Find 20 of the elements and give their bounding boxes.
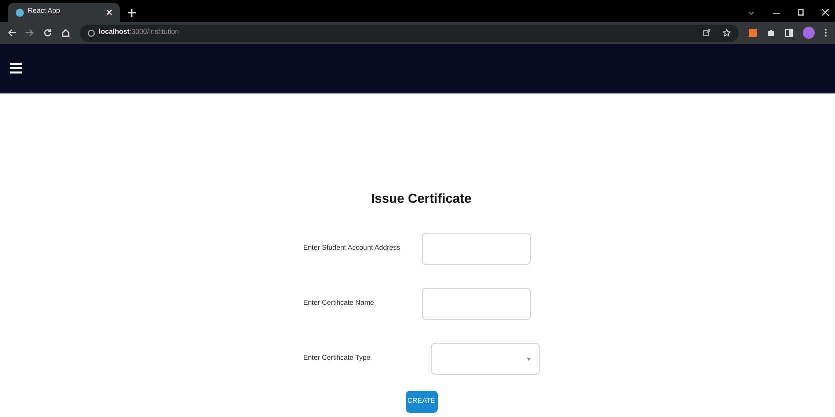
star-icon[interactable]	[723, 29, 731, 37]
page-title: Issue Certificate	[371, 192, 472, 205]
input-field[interactable]	[422, 288, 530, 320]
home-icon[interactable]	[62, 29, 70, 37]
new-tab-icon[interactable]	[128, 9, 136, 17]
close-icon[interactable]	[107, 10, 112, 15]
chevron-down-icon[interactable]	[748, 11, 755, 16]
dropdown-caret-icon	[526, 358, 530, 360]
forward-icon[interactable]	[26, 29, 34, 37]
info-icon[interactable]	[88, 30, 95, 36]
restore-icon[interactable]	[798, 9, 804, 16]
close-icon[interactable]	[822, 9, 829, 16]
input-field[interactable]	[422, 233, 530, 265]
menu-icon[interactable]	[10, 63, 22, 74]
sidebar-icon[interactable]	[785, 29, 793, 37]
share-icon[interactable]	[703, 29, 711, 37]
reload-icon[interactable]	[44, 29, 52, 37]
avatar-icon[interactable]	[803, 27, 815, 39]
back-icon[interactable]	[8, 29, 16, 37]
select-field[interactable]	[430, 343, 540, 375]
